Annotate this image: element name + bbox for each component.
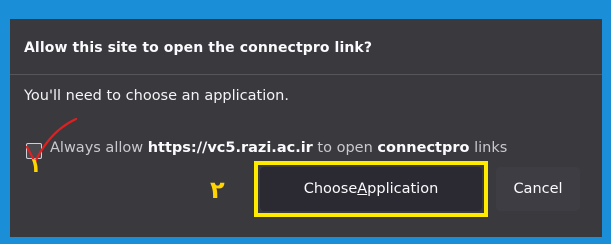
step-1-annotation: ١ [29,153,42,177]
choose-label-end: pplication [367,181,439,197]
cancel-button[interactable]: Cancel [496,167,580,211]
choose-accesskey: A [357,181,368,197]
choose-application-button[interactable]: Choose Application [260,167,482,211]
step-2-annotation: ٢ [210,176,225,204]
choose-label-start: Choose [303,181,358,197]
